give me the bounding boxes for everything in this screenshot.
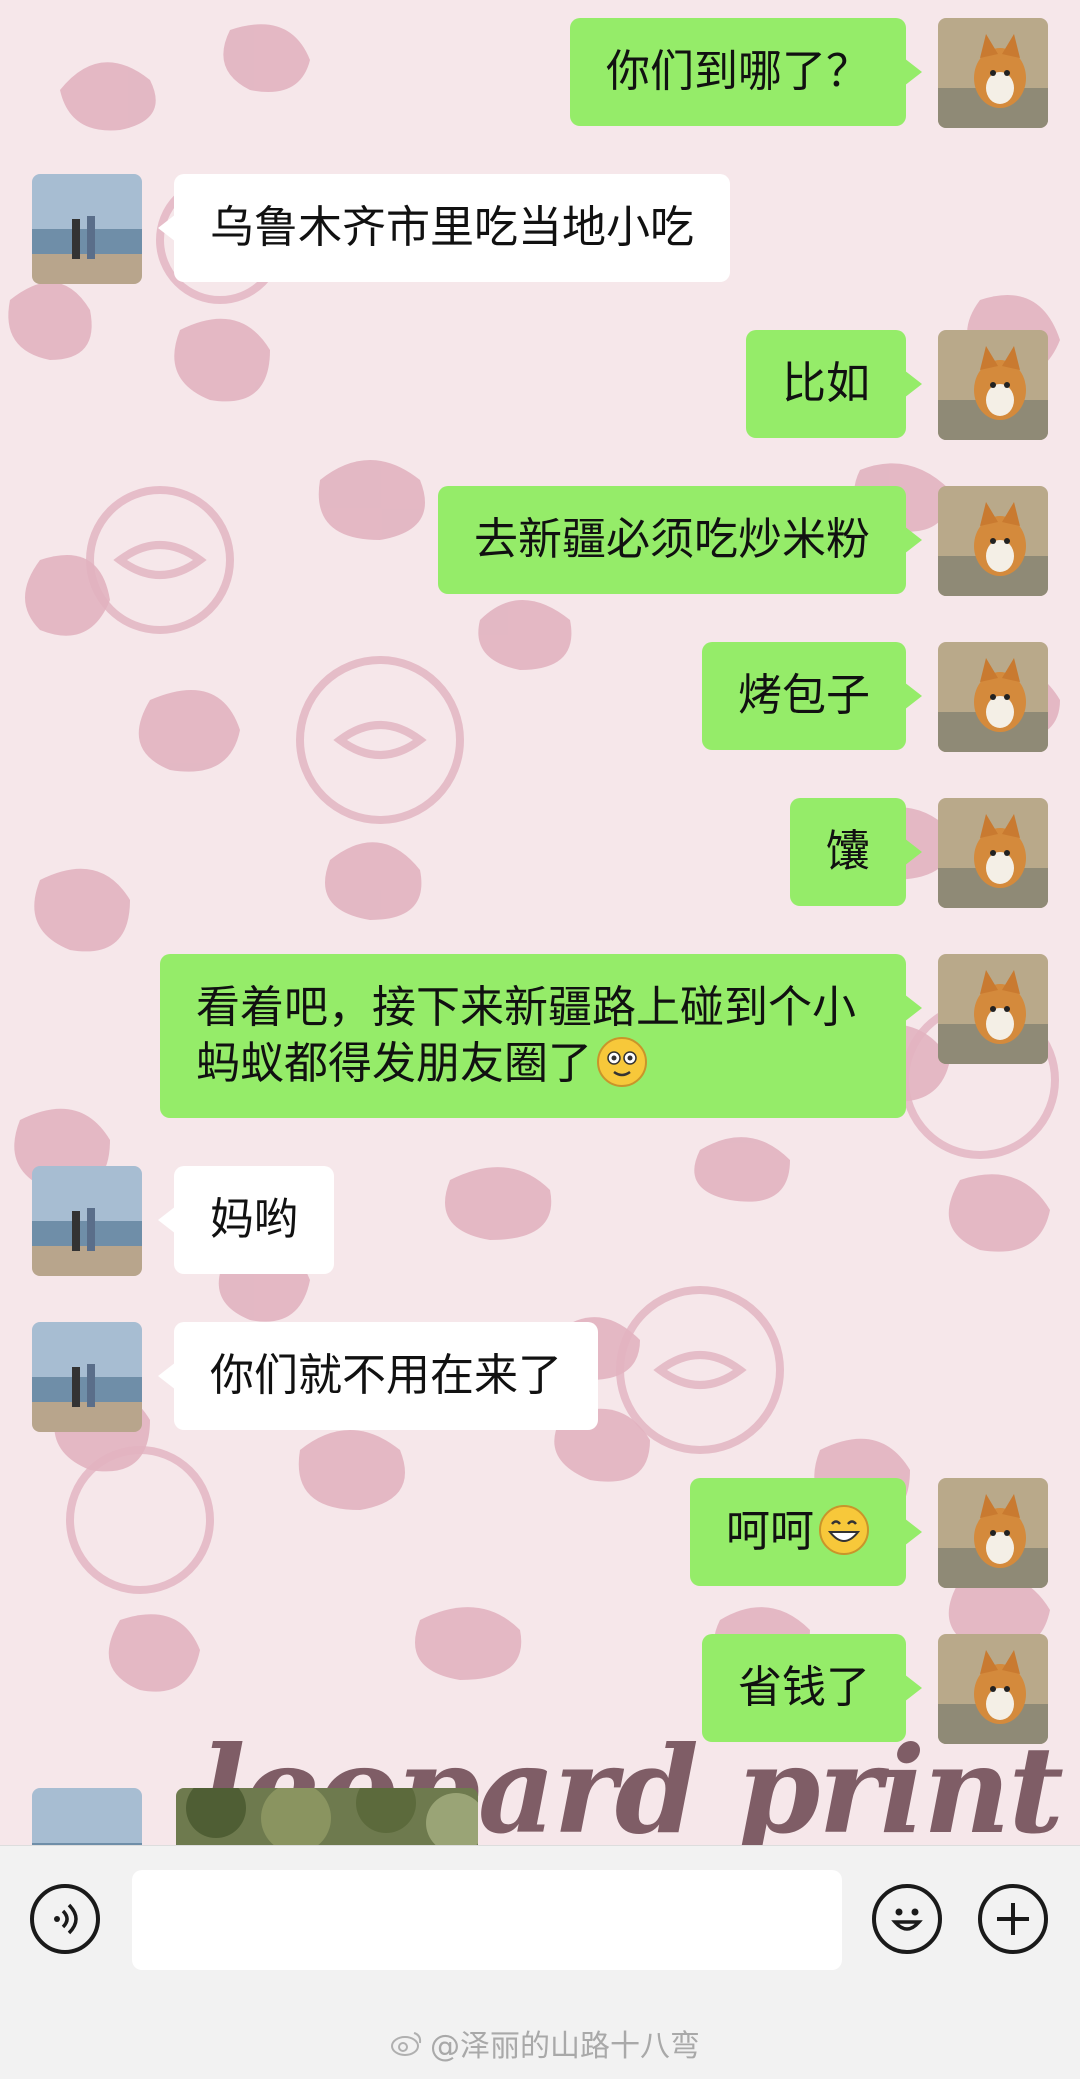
watermark-text: @泽丽的山路十八弯 bbox=[430, 2029, 700, 2064]
weibo-logo-icon bbox=[391, 2032, 422, 2056]
message-text: 烤包子 bbox=[738, 670, 870, 721]
message-bubble[interactable]: 去新疆必须吃炒米粉 bbox=[438, 486, 922, 594]
emoji-button[interactable] bbox=[872, 1884, 942, 1954]
message-row: 省钱了 bbox=[702, 1634, 1048, 1744]
corgi-avatar-icon bbox=[938, 18, 1048, 128]
tree-photo-image bbox=[176, 1788, 478, 1845]
message-row bbox=[32, 1788, 142, 1845]
message-bubble[interactable]: 省钱了 bbox=[702, 1634, 922, 1742]
my-avatar[interactable] bbox=[938, 486, 1048, 596]
chat-area[interactable]: leopard print 你们到哪了？ 乌鲁木齐市里吃当地小吃 比如 去新疆必… bbox=[0, 0, 1080, 1845]
message-row: 你们到哪了？ bbox=[570, 18, 1048, 128]
message-text: 馕 bbox=[826, 826, 870, 877]
corgi-avatar-icon bbox=[938, 798, 1048, 908]
message-text: 去新疆必须吃炒米粉 bbox=[474, 514, 870, 565]
contact-avatar[interactable] bbox=[32, 1166, 142, 1276]
contact-avatar[interactable] bbox=[32, 1322, 142, 1432]
plus-button[interactable] bbox=[978, 1884, 1048, 1954]
message-bubble[interactable]: 比如 bbox=[746, 330, 922, 438]
my-avatar[interactable] bbox=[938, 1634, 1048, 1744]
message-row: 乌鲁木齐市里吃当地小吃 bbox=[32, 174, 730, 284]
input-bar: @泽丽的山路十八弯 bbox=[0, 1845, 1080, 2079]
message-bubble[interactable]: 妈哟 bbox=[158, 1166, 334, 1274]
message-input[interactable] bbox=[132, 1870, 842, 1970]
corgi-avatar-icon bbox=[938, 1634, 1048, 1744]
message-row: 看着吧，接下来新疆路上碰到个小蚂蚁都得发朋友圈了 bbox=[160, 954, 1048, 1118]
message-bubble[interactable]: 乌鲁木齐市里吃当地小吃 bbox=[158, 174, 730, 282]
message-row: 呵呵 bbox=[690, 1478, 1048, 1588]
my-avatar[interactable] bbox=[938, 18, 1048, 128]
flushed-smile-emoji-icon bbox=[597, 1037, 647, 1087]
corgi-avatar-icon bbox=[938, 642, 1048, 752]
message-row: 馕 bbox=[790, 798, 1048, 908]
message-text: 看着吧，接下来新疆路上碰到个小蚂蚁都得发朋友圈了 bbox=[196, 982, 856, 1089]
message-row: 你们就不用在来了 bbox=[32, 1322, 598, 1432]
plus-icon bbox=[997, 1903, 1029, 1935]
message-text: 乌鲁木齐市里吃当地小吃 bbox=[210, 202, 694, 253]
message-text: 比如 bbox=[782, 358, 870, 409]
message-bubble[interactable]: 看着吧，接下来新疆路上碰到个小蚂蚁都得发朋友圈了 bbox=[160, 954, 922, 1118]
message-row: 去新疆必须吃炒米粉 bbox=[438, 486, 1048, 596]
message-text: 你们就不用在来了 bbox=[210, 1350, 562, 1401]
voice-button[interactable] bbox=[30, 1884, 100, 1954]
voice-icon bbox=[54, 1903, 78, 1935]
message-text: 省钱了 bbox=[738, 1662, 870, 1713]
my-avatar[interactable] bbox=[938, 642, 1048, 752]
my-avatar[interactable] bbox=[938, 954, 1048, 1064]
message-text: 呵呵 bbox=[726, 1506, 814, 1557]
beach-avatar-icon bbox=[32, 174, 142, 284]
message-row: 烤包子 bbox=[702, 642, 1048, 752]
corgi-avatar-icon bbox=[938, 1478, 1048, 1588]
message-bubble[interactable]: 馕 bbox=[790, 798, 922, 906]
my-avatar[interactable] bbox=[938, 798, 1048, 908]
message-bubble[interactable]: 呵呵 bbox=[690, 1478, 922, 1586]
contact-avatar[interactable] bbox=[32, 1788, 142, 1845]
message-bubble[interactable]: 你们到哪了？ bbox=[570, 18, 922, 126]
corgi-avatar-icon bbox=[938, 486, 1048, 596]
photo-message[interactable] bbox=[176, 1788, 478, 1845]
beach-avatar-icon bbox=[32, 1322, 142, 1432]
beach-avatar-icon bbox=[32, 1788, 142, 1845]
message-text: 你们到哪了？ bbox=[606, 46, 870, 97]
message-bubble[interactable]: 你们就不用在来了 bbox=[158, 1322, 598, 1430]
message-row: 妈哟 bbox=[32, 1166, 334, 1276]
beach-avatar-icon bbox=[32, 1166, 142, 1276]
my-avatar[interactable] bbox=[938, 1478, 1048, 1588]
contact-avatar[interactable] bbox=[32, 174, 142, 284]
my-avatar[interactable] bbox=[938, 330, 1048, 440]
weibo-watermark: @泽丽的山路十八弯 bbox=[390, 2021, 700, 2065]
message-text: 妈哟 bbox=[210, 1194, 298, 1245]
corgi-avatar-icon bbox=[938, 330, 1048, 440]
grinning-emoji-icon bbox=[819, 1505, 869, 1555]
corgi-avatar-icon bbox=[938, 954, 1048, 1064]
message-bubble[interactable]: 烤包子 bbox=[702, 642, 922, 750]
emoji-icon bbox=[891, 1908, 923, 1931]
message-row: 比如 bbox=[746, 330, 1048, 440]
